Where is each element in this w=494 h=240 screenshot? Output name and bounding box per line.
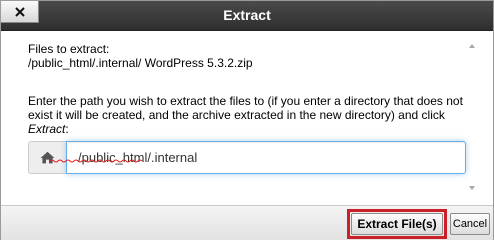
instructions-body: Enter the path you wish to extract the f… <box>28 94 463 122</box>
scroll-down-arrow-icon[interactable] <box>469 186 475 190</box>
content-scrollbar[interactable] <box>467 44 478 190</box>
cancel-button[interactable]: Cancel <box>450 213 490 235</box>
instructions-text: Enter the path you wish to extract the f… <box>28 94 468 136</box>
instructions-end: : <box>65 122 69 136</box>
files-to-extract-label: Files to extract: <box>28 42 110 56</box>
archive-path: /public_html/.internal/ WordPress 5.3.2.… <box>28 56 253 70</box>
dialog-footer: Extract File(s) Cancel <box>1 205 493 240</box>
scroll-up-arrow-icon[interactable] <box>469 44 475 48</box>
dialog-titlebar: Extract <box>1 1 493 31</box>
input-addon <box>28 141 66 174</box>
extract-path-group <box>28 141 466 174</box>
instructions-action-word: Extract <box>28 122 66 136</box>
dialog-title: Extract <box>223 7 271 23</box>
dialog-content: Files to extract: /public_html/.internal… <box>1 31 493 205</box>
spellcheck-underline <box>50 159 143 163</box>
extract-files-button[interactable]: Extract File(s) <box>351 213 443 235</box>
extract-path-input[interactable] <box>66 141 466 174</box>
close-button[interactable] <box>1 1 39 23</box>
close-icon <box>14 6 25 17</box>
extract-dialog: Extract Files to extract: /public_html/.… <box>0 0 494 240</box>
